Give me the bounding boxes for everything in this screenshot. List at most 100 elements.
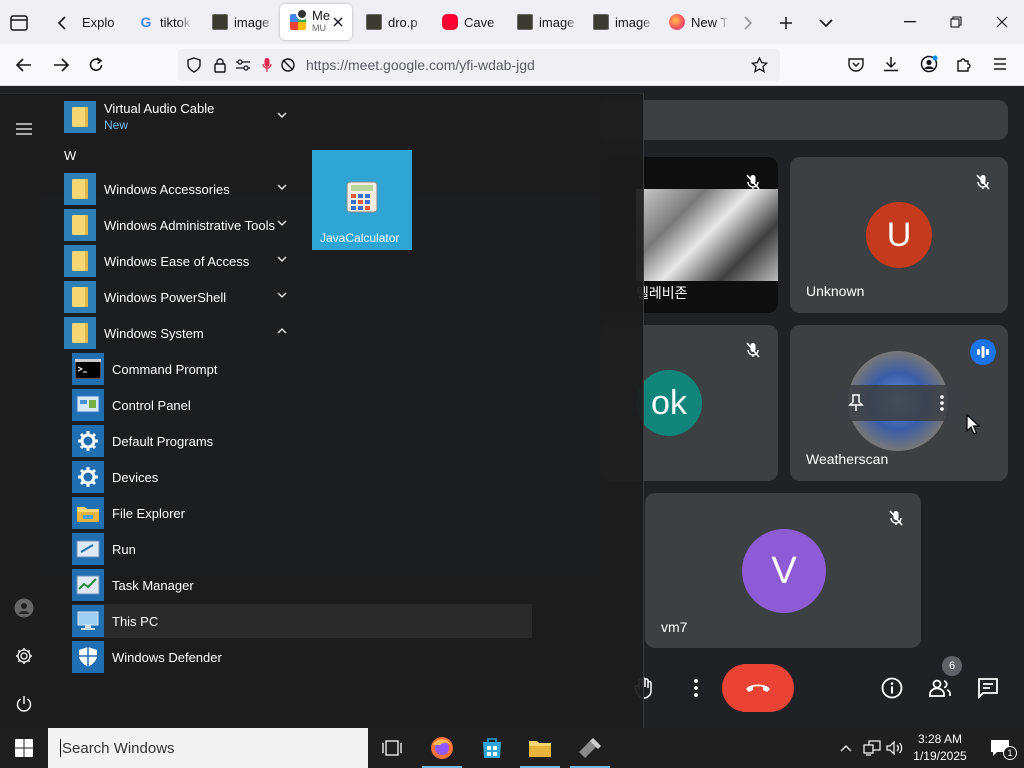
- url-text[interactable]: https://meet.google.com/yfi-wdab-jgd: [306, 57, 535, 73]
- app-list-item[interactable]: Windows Accessories: [64, 172, 294, 206]
- end-call-icon: [746, 684, 770, 692]
- app-list-item[interactable]: Task Manager: [72, 568, 302, 602]
- clock[interactable]: 3:28 AM 1/19/2025: [908, 731, 972, 765]
- app-label: Windows Defender: [112, 649, 222, 665]
- app-list-item[interactable]: Command Prompt: [72, 352, 302, 386]
- bookmark-button[interactable]: [750, 56, 768, 74]
- app-list-item[interactable]: Windows Ease of Access: [64, 244, 294, 278]
- task-view-icon: [382, 740, 402, 756]
- store-taskbar-button[interactable]: [468, 728, 516, 768]
- permissions-icon[interactable]: [234, 57, 252, 73]
- letter-group-header[interactable]: W: [64, 148, 76, 163]
- tab[interactable]: image: [202, 4, 274, 40]
- firefox-view-icon: [10, 15, 28, 31]
- address-bar[interactable]: https://meet.google.com/yfi-wdab-jgd: [178, 49, 780, 81]
- chevron-right-icon: [744, 16, 753, 30]
- app-list-item[interactable]: This PC: [72, 604, 532, 638]
- app-list-item[interactable]: Windows Administrative Tools: [64, 208, 294, 242]
- app-list-item[interactable]: Control Panel: [72, 388, 302, 422]
- participant-name: Weatherscan: [806, 451, 889, 467]
- camera-blocked-icon[interactable]: [280, 57, 296, 73]
- chat-button[interactable]: [972, 672, 1004, 704]
- calculator-icon: [346, 181, 378, 213]
- power-button[interactable]: [12, 692, 36, 716]
- forward-button[interactable]: [49, 53, 73, 77]
- participant-tile[interactable]: V vm7: [645, 493, 921, 648]
- pin-icon[interactable]: [848, 394, 864, 412]
- app-list-item[interactable]: Run: [72, 532, 302, 566]
- start-menu: Virtual Audio Cable New W Windows Access…: [0, 93, 644, 728]
- more-vert-icon[interactable]: [940, 395, 944, 411]
- downloads-button[interactable]: [881, 54, 901, 74]
- mouse-cursor-icon: [966, 414, 980, 435]
- tab[interactable]: Explo: [72, 4, 126, 40]
- start-button[interactable]: [0, 728, 48, 768]
- extensions-button[interactable]: [954, 54, 974, 74]
- participant-tile[interactable]: Weatherscan: [790, 325, 1008, 481]
- usb-drive-icon: [579, 738, 601, 758]
- tracking-protection-icon[interactable]: [186, 57, 202, 73]
- microphone-permission-icon[interactable]: [260, 57, 274, 73]
- action-center-button[interactable]: 1: [976, 728, 1024, 768]
- people-button[interactable]: [924, 672, 956, 704]
- site-security-icon[interactable]: [212, 57, 228, 73]
- tab[interactable]: Cave: [432, 4, 504, 40]
- network-button[interactable]: [860, 728, 884, 768]
- leave-call-button[interactable]: [722, 664, 794, 712]
- mute-tab-icon[interactable]: [296, 8, 308, 20]
- firefox-taskbar-button[interactable]: [418, 728, 466, 768]
- task-view-button[interactable]: [368, 728, 416, 768]
- volume-button[interactable]: [884, 728, 906, 768]
- new-tab-button[interactable]: [774, 11, 798, 35]
- folder-icon: [64, 101, 96, 133]
- list-all-tabs-button[interactable]: [814, 11, 838, 35]
- app-list-item[interactable]: Windows System: [64, 316, 294, 350]
- javacalculator-tile[interactable]: JavaCalculator: [312, 150, 412, 250]
- app-list-item[interactable]: Virtual Audio Cable New: [64, 100, 294, 134]
- expand-menu-button[interactable]: [12, 117, 36, 141]
- restore-button[interactable]: [936, 8, 976, 36]
- app-label: Virtual Audio Cable: [104, 101, 215, 116]
- close-window-button[interactable]: [982, 8, 1022, 36]
- firefox-view-button[interactable]: [8, 12, 30, 34]
- notification-count: 1: [1003, 746, 1017, 760]
- pocket-button[interactable]: [846, 54, 866, 74]
- tab[interactable]: image: [507, 4, 579, 40]
- back-button[interactable]: [12, 53, 36, 77]
- minimize-button[interactable]: [890, 8, 930, 36]
- tab-active[interactable]: Me MU: [280, 4, 352, 40]
- file-explorer-taskbar-button[interactable]: [516, 728, 564, 768]
- app-list-item[interactable]: File Explorer: [72, 496, 302, 530]
- tab[interactable]: image: [583, 4, 655, 40]
- taskbar-search-input[interactable]: Search Windows: [48, 728, 368, 768]
- arrow-right-icon: [54, 58, 69, 72]
- tab[interactable]: G tiktok: [128, 4, 192, 40]
- user-account-button[interactable]: [12, 596, 36, 620]
- menu-button[interactable]: [990, 54, 1010, 74]
- tab[interactable]: dro.p: [356, 4, 426, 40]
- app-list-item[interactable]: Windows PowerShell: [64, 280, 294, 314]
- more-vert-icon: [694, 679, 698, 697]
- more-options-button[interactable]: [680, 672, 712, 704]
- app-list-item[interactable]: Default Programs: [72, 424, 302, 458]
- microphone-off-icon: [889, 510, 903, 526]
- hamburger-icon: [16, 123, 32, 135]
- app-list-item[interactable]: Devices: [72, 460, 302, 494]
- account-icon: [920, 55, 938, 73]
- minimize-icon: [904, 21, 916, 23]
- tabs-scroll-left-button[interactable]: [52, 12, 72, 34]
- meeting-details-button[interactable]: [876, 672, 908, 704]
- speaker-icon: [886, 741, 903, 755]
- reload-button[interactable]: [84, 53, 108, 77]
- show-hidden-icons-button[interactable]: [836, 728, 856, 768]
- start-menu-rail: [0, 94, 48, 728]
- participant-tile[interactable]: U Unknown: [790, 157, 1008, 313]
- folder-icon: [64, 209, 96, 241]
- close-tab-button[interactable]: [330, 14, 346, 30]
- account-button[interactable]: [918, 53, 940, 75]
- settings-button[interactable]: [12, 644, 36, 668]
- app-taskbar-button[interactable]: [566, 728, 614, 768]
- tabs-scroll-right-button[interactable]: [738, 12, 758, 34]
- tab[interactable]: New T: [659, 4, 729, 40]
- app-list-item[interactable]: Windows Defender: [72, 640, 302, 674]
